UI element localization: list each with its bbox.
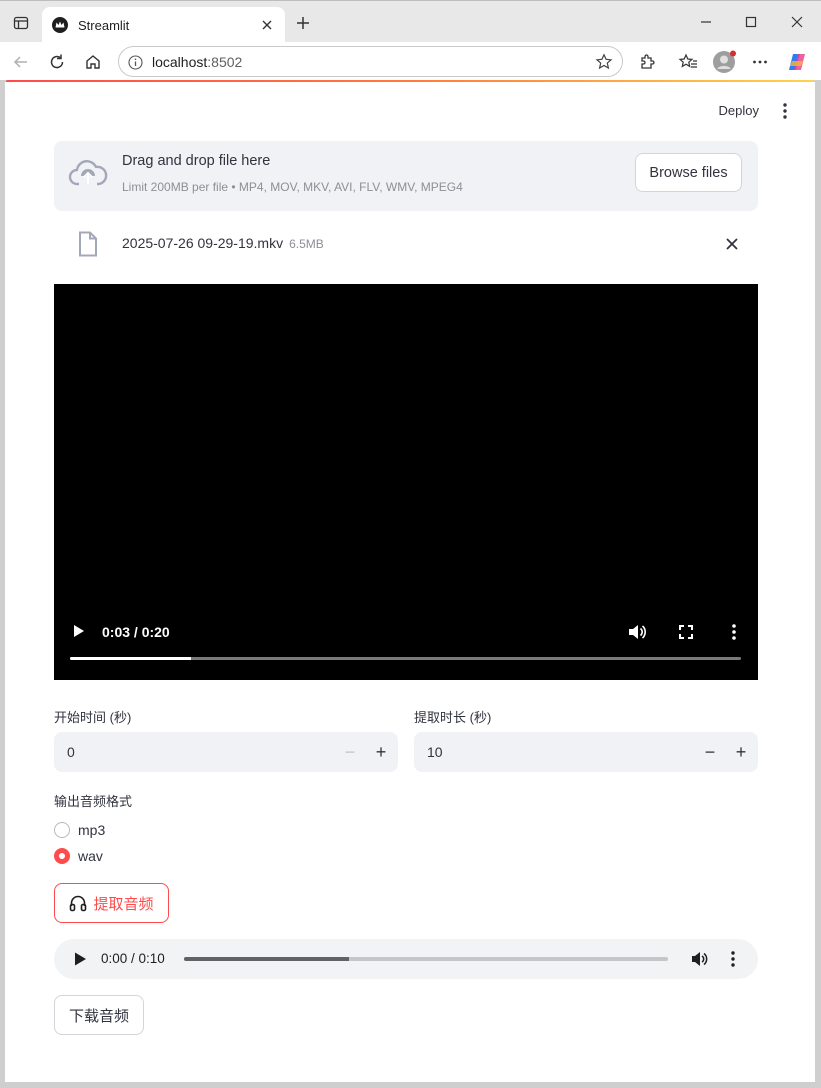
radio-mp3[interactable]: mp3	[54, 820, 105, 840]
audio-progress[interactable]	[184, 957, 668, 961]
streamlit-app: Deploy Drag and drop file here Limit 200…	[5, 82, 815, 1082]
audio-progress-fill	[184, 957, 349, 961]
video-player[interactable]: 0:03 / 0:20	[54, 284, 758, 680]
duration-value[interactable]: 10	[427, 744, 443, 760]
copilot-icon[interactable]	[785, 50, 809, 74]
video-time: 0:03 / 0:20	[102, 624, 170, 640]
close-icon[interactable]	[259, 17, 275, 33]
cloud-upload-icon	[68, 158, 108, 190]
main-menu-icon[interactable]	[777, 102, 793, 120]
duration-label: 提取时长 (秒)	[414, 710, 492, 725]
duration-increment[interactable]: +	[731, 742, 751, 762]
file-dropzone[interactable]: Drag and drop file here Limit 200MB per …	[54, 141, 758, 211]
profile-icon[interactable]	[712, 50, 736, 74]
audio-time: 0:00 / 0:10	[101, 951, 165, 966]
video-progress[interactable]	[70, 657, 741, 660]
volume-icon[interactable]	[627, 623, 647, 641]
info-icon[interactable]	[126, 53, 144, 71]
tab-title: Streamlit	[78, 17, 130, 33]
headphones-icon	[70, 895, 87, 912]
radio-mp3-label: mp3	[78, 822, 106, 838]
file-name: 2025-07-26 09-29-19.mkv 6.5MB	[122, 235, 324, 251]
download-audio-button[interactable]: 下载音频	[54, 995, 144, 1035]
browser-tab[interactable]: Streamlit	[42, 7, 285, 43]
play-icon[interactable]	[70, 623, 86, 639]
start-time-value[interactable]: 0	[67, 744, 75, 760]
dropzone-title: Drag and drop file here	[122, 153, 271, 169]
start-time-input[interactable]: 0 − +	[54, 732, 398, 772]
plus-icon[interactable]	[293, 13, 313, 33]
tab-bar: Streamlit	[0, 0, 821, 43]
file-icon	[78, 231, 98, 257]
address-bar[interactable]: localhost:8502	[118, 46, 623, 77]
format-label: 输出音频格式	[54, 794, 133, 809]
more-icon[interactable]	[748, 50, 772, 74]
streamlit-crown-icon	[52, 17, 68, 33]
start-time-label: 开始时间 (秒)	[54, 710, 132, 725]
favorites-icon[interactable]	[676, 50, 700, 74]
minimize-icon[interactable]	[692, 9, 720, 35]
video-progress-fill	[70, 657, 191, 660]
dropzone-limit: Limit 200MB per file • MP4, MOV, MKV, AV…	[122, 180, 463, 194]
url-port: :8502	[207, 54, 243, 70]
start-time-decrement[interactable]: −	[340, 742, 360, 762]
audio-more-icon[interactable]	[729, 950, 737, 968]
fullscreen-icon[interactable]	[678, 624, 694, 640]
start-time-increment[interactable]: +	[371, 742, 391, 762]
remove-file-icon[interactable]	[724, 236, 740, 252]
deploy-button[interactable]: Deploy	[719, 103, 759, 118]
close-window-icon[interactable]	[783, 9, 811, 35]
sidebar-toggle-icon[interactable]	[10, 12, 32, 34]
extract-audio-label: 提取音频	[93, 894, 154, 913]
duration-decrement[interactable]: −	[700, 742, 720, 762]
radio-wav[interactable]: wav	[54, 846, 103, 866]
audio-play-icon[interactable]	[73, 951, 87, 967]
file-size: 6.5MB	[289, 237, 324, 251]
browse-files-button[interactable]: Browse files	[635, 153, 742, 192]
video-more-icon[interactable]	[728, 623, 740, 641]
radio-wav-circle[interactable]	[54, 848, 70, 864]
extract-audio-button[interactable]: 提取音频	[54, 883, 169, 923]
url-text: localhost:8502	[152, 54, 242, 70]
url-host: localhost	[152, 54, 208, 70]
browser-toolbar: localhost:8502	[0, 42, 821, 80]
app-header: Deploy	[615, 82, 815, 138]
extensions-icon[interactable]	[635, 50, 659, 74]
radio-mp3-circle[interactable]	[54, 822, 70, 838]
radio-wav-label: wav	[78, 848, 103, 864]
maximize-icon[interactable]	[737, 9, 765, 35]
audio-volume-icon[interactable]	[690, 950, 708, 968]
star-icon[interactable]	[594, 52, 614, 72]
file-name-text: 2025-07-26 09-29-19.mkv	[122, 235, 284, 251]
home-icon[interactable]	[81, 50, 105, 74]
back-icon[interactable]	[9, 50, 33, 74]
audio-player[interactable]: 0:00 / 0:10	[54, 939, 758, 979]
uploaded-file: 2025-07-26 09-29-19.mkv 6.5MB	[54, 223, 758, 263]
duration-input[interactable]: 10 − +	[414, 732, 758, 772]
reload-icon[interactable]	[45, 50, 69, 74]
